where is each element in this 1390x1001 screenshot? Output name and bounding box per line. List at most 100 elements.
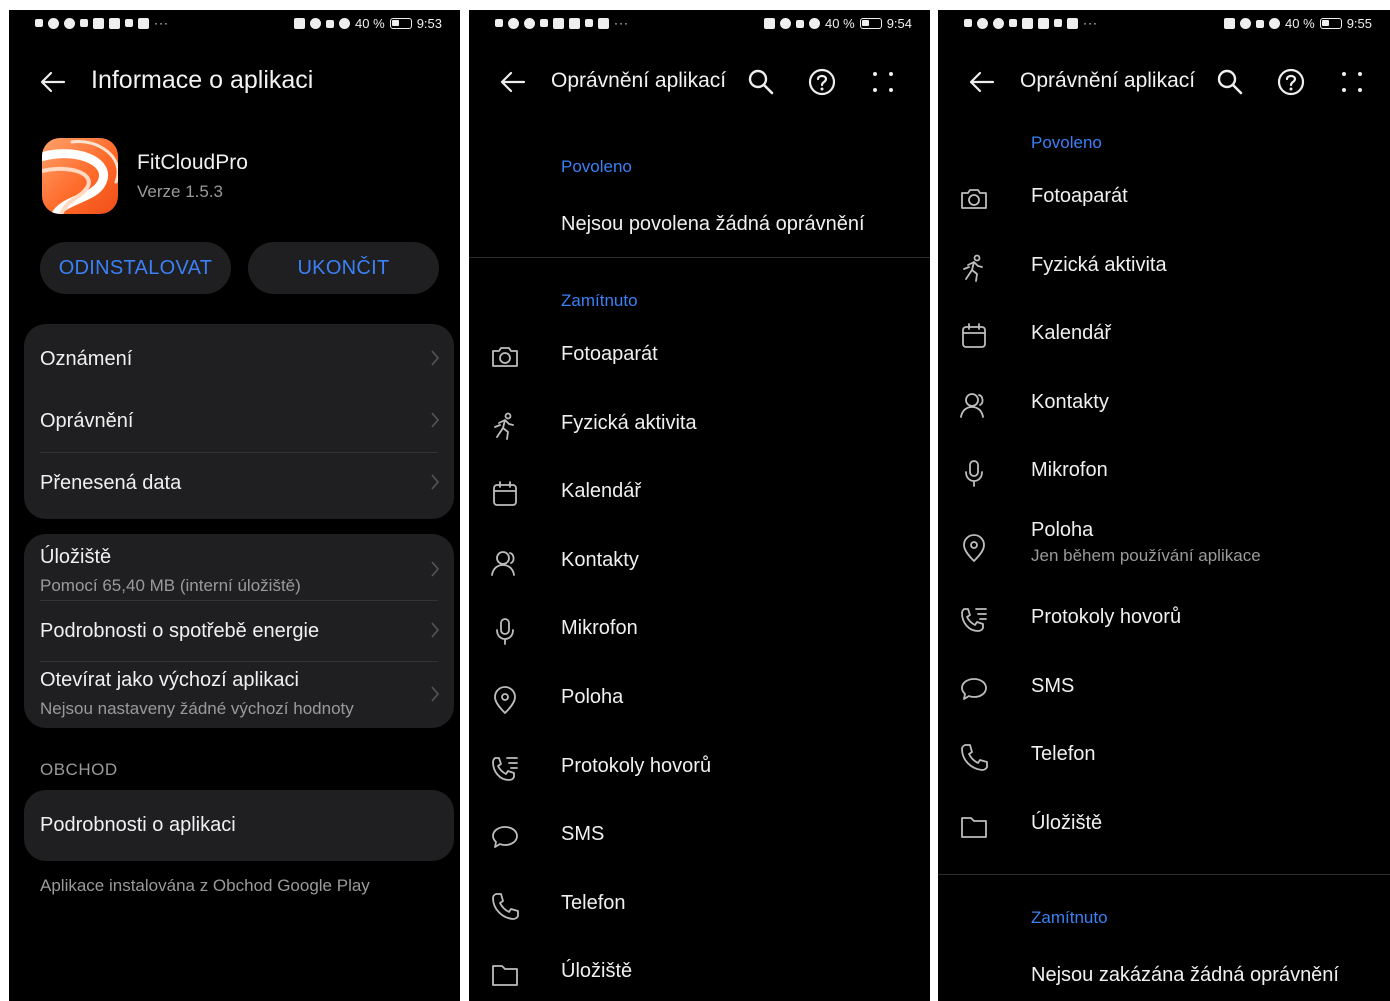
- app-details-card: Úložiště Pomocí 65,40 MB (interní úložiš…: [24, 534, 454, 728]
- camera-icon: [958, 183, 990, 215]
- status-bar: ··· 40 % 9:53: [9, 16, 460, 38]
- divider: [938, 874, 1390, 875]
- permission-row[interactable]: Kalendář: [469, 460, 930, 529]
- permission-row[interactable]: Kalendář: [938, 302, 1390, 371]
- activity-icon: [958, 252, 990, 284]
- chevron-right-icon: [431, 561, 440, 577]
- permission-label: Fotoaparát: [561, 343, 658, 365]
- permission-row[interactable]: Úložiště: [938, 792, 1390, 861]
- permission-row[interactable]: Mikrofon: [469, 597, 930, 666]
- back-arrow-icon[interactable]: [968, 68, 996, 96]
- status-icons-left: ···: [35, 16, 169, 30]
- bluetooth-icon: [1256, 19, 1265, 28]
- alarm-icon: [1240, 18, 1252, 29]
- wifi-icon: [508, 17, 519, 29]
- permission-sublabel: Jen během používání aplikace: [1031, 546, 1261, 565]
- store-card: Podrobnosti o aplikaci: [24, 790, 454, 861]
- permission-row[interactable]: Telefon: [938, 723, 1390, 792]
- page-title: Oprávnění aplikací: [1020, 69, 1196, 92]
- location-icon: [958, 532, 990, 564]
- back-arrow-icon[interactable]: [499, 68, 527, 96]
- mail-icon: [553, 17, 564, 29]
- app-details-row[interactable]: Podrobnosti o aplikaci: [24, 790, 454, 861]
- permission-row[interactable]: Fotoaparát: [938, 165, 1390, 234]
- permissions-row[interactable]: Oprávnění: [24, 390, 454, 452]
- activity-icon: [489, 410, 521, 442]
- search-icon[interactable]: [1214, 66, 1246, 98]
- permission-row[interactable]: Fyzická aktivita: [938, 234, 1390, 303]
- energy-row[interactable]: Podrobnosti o spotřebě energie: [24, 600, 454, 661]
- cloud-icon: [1009, 19, 1017, 27]
- allowed-section-header: Povoleno: [561, 157, 632, 176]
- microphone-icon: [958, 457, 990, 489]
- alarm-icon: [780, 18, 792, 29]
- permission-label: Kalendář: [1031, 322, 1112, 345]
- status-bar: ··· 40 % 9:55: [938, 16, 1390, 38]
- denied-section-header: Zamítnuto: [1031, 908, 1108, 927]
- storage-row[interactable]: Úložiště Pomocí 65,40 MB (interní úložiš…: [24, 534, 454, 600]
- permission-label: Úložiště: [561, 960, 633, 983]
- app-name: FitCloudPro: [137, 151, 248, 174]
- uninstall-button[interactable]: ODINSTALOVAT: [40, 242, 231, 294]
- phone-icon: [489, 890, 521, 922]
- battery-percent: 40 %: [825, 16, 855, 31]
- search-icon[interactable]: [745, 66, 777, 98]
- permission-label: Protokoly hovorů: [1031, 606, 1182, 628]
- location-icon: [489, 684, 521, 716]
- permission-label: Poloha: [561, 686, 624, 708]
- permission-row[interactable]: Mikrofon: [938, 439, 1390, 508]
- chevron-right-icon: [431, 622, 440, 638]
- phone-icon: [958, 741, 990, 773]
- permission-label: Kontakty: [1031, 390, 1109, 413]
- permission-row[interactable]: Telefon: [469, 872, 930, 941]
- status-icons-right: 40 % 9:54: [764, 16, 912, 31]
- permission-label: Fyzická aktivita: [1031, 253, 1167, 276]
- install-source-text: Aplikace instalována z Obchod Google Pla…: [40, 876, 370, 895]
- permission-row[interactable]: SMS: [938, 655, 1390, 724]
- person-icon: [1054, 19, 1062, 27]
- video-icon: [1067, 17, 1078, 29]
- more-options-icon[interactable]: [1336, 66, 1368, 98]
- alarm-icon: [310, 18, 322, 29]
- permission-label: Kontakty: [561, 548, 639, 571]
- back-arrow-icon[interactable]: [39, 68, 67, 96]
- status-icons-right: 40 % 9:55: [1224, 16, 1372, 31]
- help-icon[interactable]: [1275, 66, 1307, 98]
- permissions-screen-denied: ··· 40 % 9:54 Oprávnění aplikací Povolen…: [469, 10, 930, 1001]
- data-usage-row[interactable]: Přenesená data: [24, 452, 454, 519]
- sms-icon: [958, 673, 990, 705]
- nfc-icon: [294, 18, 306, 29]
- permission-label: Telefon: [1031, 743, 1096, 766]
- notifications-row[interactable]: Oznámení: [24, 324, 454, 390]
- permission-row[interactable]: SMS: [469, 803, 930, 872]
- permission-label: Kalendář: [561, 480, 642, 503]
- help-icon[interactable]: [806, 66, 838, 98]
- more-notifications-icon: ···: [1083, 16, 1098, 30]
- more-notifications-icon: ···: [614, 16, 629, 30]
- permission-row[interactable]: Kontakty: [938, 371, 1390, 440]
- location-status-icon: [809, 18, 821, 29]
- permission-row[interactable]: Protokoly hovorů: [469, 735, 930, 804]
- more-options-icon[interactable]: [867, 66, 899, 98]
- permission-row[interactable]: Fyzická aktivita: [469, 392, 930, 461]
- storage-sub: Pomocí 65,40 MB (interní úložiště): [40, 576, 301, 595]
- sms-icon: [489, 821, 521, 853]
- permission-row[interactable]: Poloha Jen během používání aplikace: [938, 508, 1390, 586]
- calendar-icon: [489, 478, 521, 510]
- permission-label: Fotoaparát: [1031, 185, 1128, 207]
- permission-row[interactable]: Úložiště: [469, 940, 930, 1001]
- nfc-icon: [1224, 18, 1236, 29]
- eye-icon: [64, 17, 75, 29]
- eye-icon: [524, 17, 535, 29]
- permission-row[interactable]: Fotoaparát: [469, 323, 930, 392]
- permission-row[interactable]: Kontakty: [469, 529, 930, 598]
- force-stop-button[interactable]: UKONČIT: [248, 242, 439, 294]
- permission-label: SMS: [561, 823, 605, 846]
- allowed-section-header: Povoleno: [1031, 133, 1102, 152]
- battery-icon: [859, 18, 882, 29]
- cloud-icon: [80, 19, 88, 27]
- permission-row[interactable]: Protokoly hovorů: [938, 586, 1390, 655]
- notification-icon: [964, 19, 972, 27]
- default-app-row[interactable]: Otevírat jako výchozí aplikaci Nejsou na…: [24, 661, 454, 728]
- permission-row[interactable]: Poloha: [469, 666, 930, 735]
